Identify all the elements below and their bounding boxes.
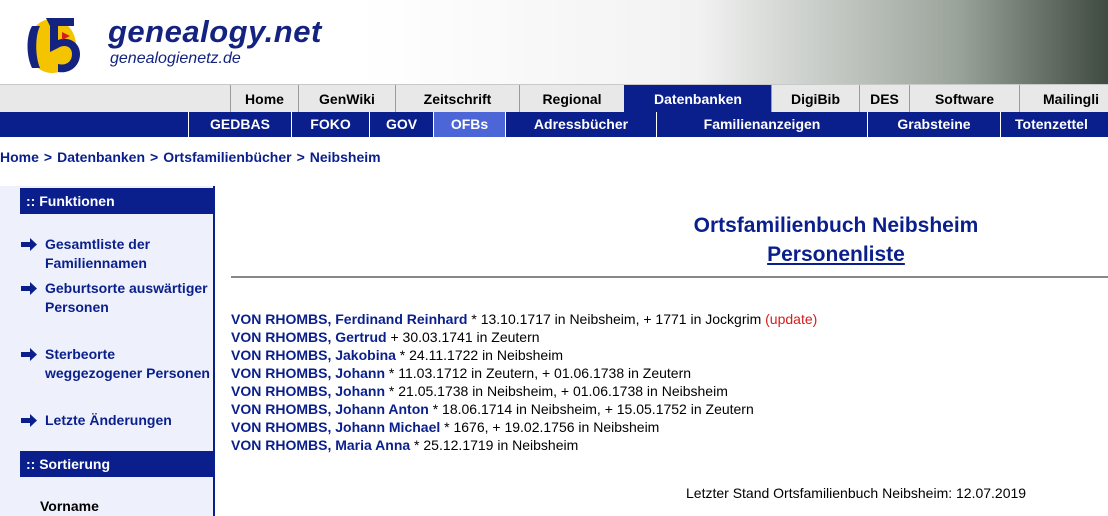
person-details: + 30.03.1741 in Zeutern <box>386 329 540 345</box>
person-details: * 21.05.1738 in Neibsheim, + 01.06.1738 … <box>385 383 728 399</box>
person-row: VON RHOMBS, Johann Michael * 1676, + 19.… <box>231 418 1108 436</box>
nav-home[interactable]: Home <box>230 85 298 113</box>
genealogy-logo-icon[interactable] <box>14 12 90 76</box>
page-subtitle-link[interactable]: Personenliste <box>560 241 1108 268</box>
sidebar-heading-funktionen: :: Funktionen <box>20 188 214 214</box>
subnav-gov[interactable]: GOV <box>369 112 433 137</box>
person-row: VON RHOMBS, Johann * 11.03.1712 in Zeute… <box>231 364 1108 382</box>
person-link[interactable]: VON RHOMBS, Johann <box>231 383 385 399</box>
subnav-foko[interactable]: FOKO <box>291 112 369 137</box>
person-row: VON RHOMBS, Ferdinand Reinhard * 13.10.1… <box>231 310 1108 328</box>
person-row: VON RHOMBS, Johann Anton * 18.06.1714 in… <box>231 400 1108 418</box>
breadcrumb-ortsfamilienbuecher[interactable]: Ortsfamilienbücher <box>163 149 291 165</box>
sidebar-heading-sortierung: :: Sortierung <box>20 451 214 477</box>
sidebar-item-familiennamen[interactable]: Gesamtliste der Familiennamen <box>20 235 210 273</box>
person-link[interactable]: VON RHOMBS, Gertrud <box>231 329 387 345</box>
breadcrumb-neibsheim[interactable]: Neibsheim <box>310 149 381 165</box>
nav-mailinglisten[interactable]: Mailingli <box>1019 85 1108 113</box>
nav-software[interactable]: Software <box>909 85 1019 113</box>
site-subtitle[interactable]: genealogienetz.de <box>110 50 241 68</box>
primary-nav: Home GenWiki Zeitschrift Regional Datenb… <box>0 84 1108 113</box>
header-background <box>360 0 1108 84</box>
person-row: VON RHOMBS, Jakobina * 24.11.1722 in Nei… <box>231 346 1108 364</box>
arrow-right-icon <box>21 238 37 251</box>
person-details: * 11.03.1712 in Zeutern, + 01.06.1738 in… <box>385 365 692 381</box>
site-header: genealogy.net genealogienetz.de <box>0 0 1108 84</box>
arrow-right-icon <box>21 414 37 427</box>
last-updated-note: Letzter Stand Ortsfamilienbuch Neibsheim… <box>686 485 1027 501</box>
person-link[interactable]: VON RHOMBS, Johann <box>231 365 385 381</box>
person-details: * 13.10.1717 in Neibsheim, + 1771 in Joc… <box>467 311 766 327</box>
breadcrumb-datenbanken[interactable]: Datenbanken <box>57 149 145 165</box>
subnav-totenzettel[interactable]: Totenzettel <box>1000 112 1108 137</box>
title-divider <box>231 276 1108 278</box>
arrow-right-icon <box>21 348 37 361</box>
breadcrumb-separator: > <box>150 149 159 165</box>
person-link[interactable]: VON RHOMBS, Ferdinand Reinhard <box>231 311 467 327</box>
nav-genwiki[interactable]: GenWiki <box>298 85 395 113</box>
person-details: * 25.12.1719 in Neibsheim <box>410 437 579 453</box>
breadcrumb-separator: > <box>43 149 53 165</box>
sidebar-item-label: Geburtsorte auswärtiger Personen <box>45 280 208 315</box>
page-title: Ortsfamilienbuch Neibsheim <box>693 214 979 237</box>
nav-des[interactable]: DES <box>859 85 909 113</box>
subnav-gedbas[interactable]: GEDBAS <box>188 112 291 137</box>
person-link[interactable]: VON RHOMBS, Maria Anna <box>231 437 410 453</box>
sidebar-item-letzte-aenderungen[interactable]: Letzte Änderungen <box>20 411 210 430</box>
secondary-nav: GEDBAS FOKO GOV OFBs Adressbücher Famili… <box>0 112 1108 137</box>
person-row: VON RHOMBS, Johann * 21.05.1738 in Neibs… <box>231 382 1108 400</box>
sidebar-item-label: Letzte Änderungen <box>45 412 172 428</box>
person-details: * 1676, + 19.02.1756 in Neibsheim <box>440 419 660 435</box>
subnav-familienanzeigen[interactable]: Familienanzeigen <box>656 112 867 137</box>
person-list: VON RHOMBS, Ferdinand Reinhard * 13.10.1… <box>231 310 1108 454</box>
person-row: VON RHOMBS, Gertrud + 30.03.1741 in Zeut… <box>231 328 1108 346</box>
arrow-right-icon <box>21 282 37 295</box>
person-link[interactable]: VON RHOMBS, Jakobina <box>231 347 396 363</box>
nav-digibib[interactable]: DigiBib <box>771 85 859 113</box>
person-details: * 24.11.1722 in Neibsheim <box>395 347 563 363</box>
update-link[interactable]: (update) <box>765 311 817 327</box>
sidebar-item-geburtsorte[interactable]: Geburtsorte auswärtiger Personen <box>20 279 210 317</box>
person-details: * 18.06.1714 in Neibsheim, + 15.05.1752 … <box>428 401 754 417</box>
nav-datenbanken[interactable]: Datenbanken <box>624 85 771 113</box>
site-title[interactable]: genealogy.net <box>108 14 322 50</box>
person-row: VON RHOMBS, Maria Anna * 25.12.1719 in N… <box>231 436 1108 454</box>
sidebar-item-label: Sterbeorte weggezogener Personen <box>45 346 210 381</box>
subnav-grabsteine[interactable]: Grabsteine <box>867 112 1000 137</box>
subnav-ofbs[interactable]: OFBs <box>433 112 505 137</box>
breadcrumb-home[interactable]: Home <box>0 149 39 165</box>
subnav-adressbuecher[interactable]: Adressbücher <box>505 112 656 137</box>
sidebar-item-sterbeorte[interactable]: Sterbeorte weggezogener Personen <box>20 345 210 383</box>
person-link[interactable]: VON RHOMBS, Johann Anton <box>231 401 429 417</box>
nav-zeitschrift[interactable]: Zeitschrift <box>395 85 519 113</box>
breadcrumb-separator: > <box>296 149 305 165</box>
person-link[interactable]: VON RHOMBS, Johann Michael <box>231 419 440 435</box>
sidebar-item-label: Gesamtliste der Familiennamen <box>45 236 151 271</box>
nav-regional[interactable]: Regional <box>519 85 624 113</box>
breadcrumb: Home > Datenbanken > Ortsfamilienbücher > Neib… <box>0 149 381 165</box>
